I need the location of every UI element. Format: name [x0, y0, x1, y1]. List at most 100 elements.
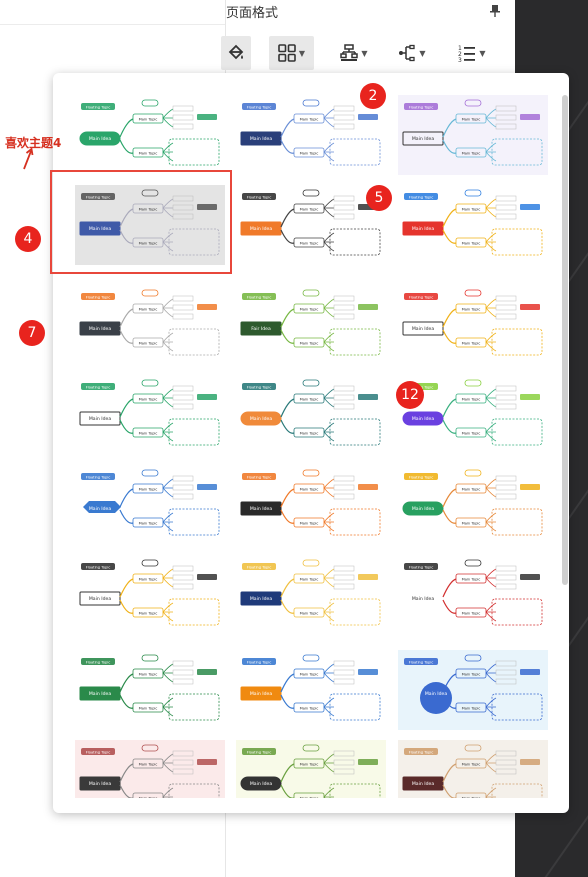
main-idea-text: Main Idea: [250, 596, 273, 602]
main-topic-text: Main Topic: [139, 432, 158, 436]
main-topic-text: Main Topic: [300, 522, 319, 526]
main-topic-text: Main Topic: [300, 242, 319, 246]
main-topic-text: Main Topic: [139, 152, 158, 156]
main-idea-text: Main Idea: [89, 506, 112, 512]
main-topic-text: Main Topic: [139, 342, 158, 346]
floating-topic-text: Floating Topic: [247, 476, 272, 480]
floating-topic-text: Floating Topic: [247, 296, 272, 300]
theme-thumbnail[interactable]: Floating Topic Main Idea Main Topic Main…: [398, 740, 548, 798]
mind-map-preview: Floating Topic Main Idea Main Topic Main…: [402, 469, 543, 536]
main-idea-text: Main Idea: [412, 596, 435, 602]
main-topic-text: Main Topic: [139, 612, 158, 616]
main-topic-text: Main Topic: [462, 522, 481, 526]
theme-thumbnail[interactable]: Floating Topic Main Idea Main Topic Main…: [75, 650, 225, 730]
theme-thumbnail[interactable]: Floating Topic Main Idea Main Topic Main…: [75, 740, 225, 798]
theme-thumbnail[interactable]: Floating Topic Main Idea Main Topic Main…: [75, 375, 225, 455]
main-idea-text: Main Idea: [89, 781, 112, 787]
main-idea-text: Main Idea: [250, 136, 273, 142]
main-topic-text: Main Topic: [139, 707, 158, 711]
selected-theme-frame: [50, 170, 232, 274]
main-topic-text: Main Topic: [462, 398, 481, 402]
main-topic-text: Main Topic: [139, 763, 158, 767]
main-topic-text: Main Topic: [139, 118, 158, 122]
main-topic-text: Main Topic: [462, 152, 481, 156]
main-topic-text: Main Topic: [462, 578, 481, 582]
mind-map-preview: Floating Topic Main Idea Main Topic Main…: [404, 654, 543, 721]
structure-button[interactable]: ▼: [334, 36, 374, 70]
main-topic-text: Main Topic: [139, 797, 158, 799]
main-idea-text: Main Idea: [89, 136, 112, 142]
theme-thumbnail[interactable]: Floating Topic Main Idea Main Topic Main…: [236, 95, 386, 175]
numbered-list-icon: 1 2 3: [458, 45, 476, 62]
main-idea-text: Main Idea: [412, 136, 435, 142]
floating-topic-text: Floating Topic: [247, 196, 272, 200]
theme-thumbnail[interactable]: Floating Topic Main Idea Main Topic Main…: [398, 185, 548, 265]
mind-map-preview: Floating Topic Main Idea Main Topic Main…: [79, 289, 220, 356]
theme-thumbnail[interactable]: Floating Topic Main Idea Main Topic Main…: [236, 740, 386, 798]
main-topic-text: Main Topic: [139, 578, 158, 582]
main-topic-text: Main Topic: [462, 707, 481, 711]
main-idea-text: Main Idea: [89, 596, 112, 602]
theme-thumbnail[interactable]: Floating Topic Main Idea Main Topic Main…: [236, 555, 386, 635]
main-idea-text: Main Idea: [250, 506, 273, 512]
main-topic-text: Main Topic: [139, 673, 158, 677]
mind-map-preview: Floating Topic Main Idea Main Topic Main…: [402, 559, 543, 626]
floating-topic-text: Floating Topic: [86, 751, 111, 755]
main-topic-text: Main Topic: [462, 673, 481, 677]
chevron-down-icon: ▼: [419, 48, 426, 58]
structure-icon: [340, 44, 359, 61]
mind-map-preview: Floating Topic Main Idea Main Topic Main…: [240, 559, 381, 626]
theme-thumbnail[interactable]: Floating Topic Main Idea Main Topic Main…: [75, 465, 225, 545]
main-idea-text: Fair Idea: [251, 326, 271, 332]
panel-title: 页面格式: [226, 6, 279, 21]
badge-2: 2: [360, 83, 386, 109]
theme-thumbnail[interactable]: Floating Topic Fair Idea Main Topic Main…: [236, 285, 386, 365]
numbering-button[interactable]: 1 2 3 ▼: [452, 36, 492, 70]
floating-topic-text: Floating Topic: [86, 106, 111, 110]
main-idea-text: Main Idea: [89, 326, 112, 332]
floating-topic-text: Floating Topic: [409, 661, 434, 665]
mind-map-preview: Floating Topic Main Idea Main Topic Main…: [240, 189, 381, 256]
theme-thumbnail[interactable]: Floating Topic Main Idea Main Topic Main…: [75, 555, 225, 635]
main-topic-text: Main Topic: [462, 432, 481, 436]
main-idea-text: Main Idea: [412, 781, 435, 787]
theme-thumbnail[interactable]: Floating Topic Main Idea Main Topic Main…: [75, 285, 225, 365]
theme-thumbnail[interactable]: Floating Topic Main Idea Main Topic Main…: [236, 375, 386, 455]
main-topic-text: Main Topic: [300, 763, 319, 767]
main-topic-text: Main Topic: [300, 612, 319, 616]
main-topic-text: Main Topic: [300, 707, 319, 711]
main-topic-text: Main Topic: [300, 673, 319, 677]
theme-thumbnail[interactable]: Floating Topic Main Idea Main Topic Main…: [398, 95, 548, 175]
main-idea-text: Main Idea: [250, 416, 273, 422]
main-topic-text: Main Topic: [139, 488, 158, 492]
theme-thumbnail[interactable]: Floating Topic Main Idea Main Topic Main…: [398, 285, 548, 365]
theme-paint-button[interactable]: [221, 36, 251, 70]
scrollbar[interactable]: [562, 95, 568, 585]
badge-5: 5: [366, 185, 392, 211]
theme-thumbnail[interactable]: Floating Topic Main Idea Main Topic Main…: [236, 650, 386, 730]
main-idea-text: Main Idea: [250, 226, 273, 232]
mind-map-preview: Floating Topic Main Idea Main Topic Main…: [240, 379, 381, 446]
theme-thumbnail[interactable]: Floating Topic Main Idea Main Topic Main…: [398, 555, 548, 635]
grid-icon: [278, 44, 296, 62]
floating-topic-text: Floating Topic: [247, 661, 272, 665]
chevron-down-icon: ▼: [298, 48, 306, 58]
pin-icon[interactable]: [490, 5, 500, 17]
main-idea-text: Main Idea: [250, 691, 273, 697]
theme-thumbnail[interactable]: Floating Topic Main Idea Main Topic Main…: [236, 465, 386, 545]
connector-button[interactable]: ▼: [392, 36, 432, 70]
mind-map-preview: Floating Topic Main Idea Main Topic Main…: [402, 189, 543, 256]
main-topic-text: Main Topic: [300, 208, 319, 212]
floating-topic-text: Floating Topic: [409, 296, 434, 300]
mind-map-preview: Floating Topic Main Idea Main Topic Main…: [240, 99, 381, 166]
theme-thumbnail[interactable]: Floating Topic Main Idea Main Topic Main…: [75, 95, 225, 175]
layout-grid-button[interactable]: ▼: [269, 36, 314, 70]
main-idea-text: Main Idea: [412, 226, 435, 232]
chevron-down-icon: ▼: [479, 48, 486, 58]
theme-thumbnail[interactable]: Floating Topic Main Idea Main Topic Main…: [398, 650, 548, 730]
theme-thumbnail[interactable]: Floating Topic Main Idea Main Topic Main…: [398, 465, 548, 545]
floating-topic-text: Floating Topic: [247, 106, 272, 110]
theme-thumbnail[interactable]: Floating Topic Main Idea Main Topic Main…: [236, 185, 386, 265]
main-topic-text: Main Topic: [462, 118, 481, 122]
floating-topic-text: Floating Topic: [247, 566, 272, 570]
